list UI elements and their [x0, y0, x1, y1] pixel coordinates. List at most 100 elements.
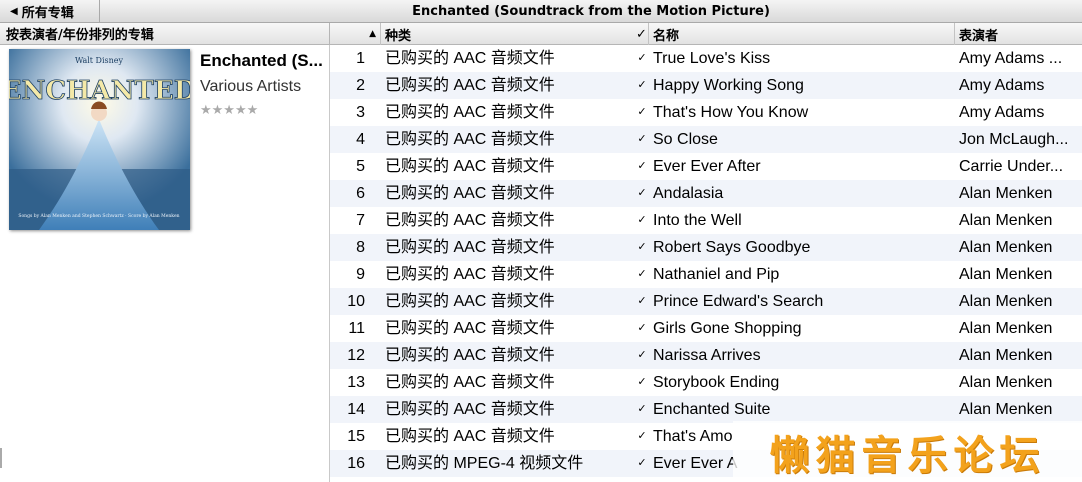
track-number: 5: [356, 158, 365, 175]
track-name: Into the Well: [653, 212, 742, 229]
top-bar: ◀ 所有专辑 Enchanted (Soundtrack from the Mo…: [0, 0, 1082, 23]
back-arrow-icon: ◀: [10, 6, 18, 17]
track-row[interactable]: 6 已购买的 AAC 音频文件 ✓ Andalasia Alan Menken: [330, 180, 1082, 207]
track-checkbox[interactable]: ✓: [636, 153, 648, 180]
track-row[interactable]: 5 已购买的 AAC 音频文件 ✓ Ever Ever After Carrie Und…: [330, 153, 1082, 180]
sort-by-artist-year-header[interactable]: 按表演者/年份排列的专辑: [0, 23, 330, 45]
track-checkbox[interactable]: ✓: [636, 180, 648, 207]
track-checkbox[interactable]: ✓: [636, 450, 648, 477]
watermark-text: 懒猫音乐论坛: [769, 431, 1046, 479]
column-header-artist[interactable]: 表演者: [955, 23, 1082, 45]
column-header-number[interactable]: ▲: [330, 23, 381, 45]
all-albums-back-button[interactable]: ◀ 所有专辑: [0, 0, 100, 23]
track-row[interactable]: 9 已购买的 AAC 音频文件 ✓ Nathaniel and Pip Alan Men…: [330, 261, 1082, 288]
track-kind: 已购买的 AAC 音频文件: [385, 374, 555, 391]
track-name: Andalasia: [653, 185, 724, 202]
track-name: True Love's Kiss: [653, 50, 771, 67]
track-kind: 已购买的 AAC 音频文件: [385, 401, 555, 418]
track-row[interactable]: 8 已购买的 AAC 音频文件 ✓ Robert Says Goodbye Alan M…: [330, 234, 1082, 261]
track-row[interactable]: 1 已购买的 AAC 音频文件 ✓ True Love's Kiss Amy Adams…: [330, 45, 1082, 72]
column-header-kind[interactable]: 种类: [381, 23, 649, 45]
panel-edge: [0, 448, 2, 468]
album-info-panel: Walt Disney ENCHANTED Songs by Alan Menk…: [0, 45, 330, 482]
track-kind: 已购买的 AAC 音频文件: [385, 239, 555, 256]
track-artist: Alan Menken: [959, 239, 1053, 256]
track-checkbox[interactable]: ✓: [636, 342, 648, 369]
track-number: 13: [347, 374, 365, 391]
track-row[interactable]: 13 已购买的 AAC 音频文件 ✓ Storybook Ending Alan Men…: [330, 369, 1082, 396]
track-checkbox[interactable]: ✓: [636, 234, 648, 261]
track-name: Ever Ever After: [653, 158, 761, 175]
track-checkbox[interactable]: ✓: [636, 315, 648, 342]
track-kind: 已购买的 AAC 音频文件: [385, 347, 555, 364]
track-artist: Alan Menken: [959, 185, 1053, 202]
track-kind: 已购买的 AAC 音频文件: [385, 104, 555, 121]
track-checkbox[interactable]: ✓: [636, 72, 648, 99]
track-artist: Jon McLaugh...: [959, 131, 1069, 148]
track-checkbox[interactable]: ✓: [636, 126, 648, 153]
track-kind: 已购买的 AAC 音频文件: [385, 185, 555, 202]
album-title: Enchanted (Soundtrack from the Motion Pi…: [412, 4, 770, 19]
track-artist: Alan Menken: [959, 401, 1053, 418]
watermark: 懒猫音乐论坛: [733, 421, 1082, 482]
rating-stars[interactable]: ★★★★★: [200, 103, 258, 118]
sort-ascending-icon: ▲: [369, 29, 376, 39]
track-number: 15: [347, 428, 365, 445]
track-row[interactable]: 12 已购买的 AAC 音频文件 ✓ Narissa Arrives Alan Menk…: [330, 342, 1082, 369]
track-checkbox[interactable]: ✓: [636, 288, 648, 315]
track-artist: Carrie Under...: [959, 158, 1064, 175]
track-kind: 已购买的 AAC 音频文件: [385, 266, 555, 283]
column-header-name[interactable]: 名称: [649, 23, 955, 45]
track-checkbox[interactable]: ✓: [636, 261, 648, 288]
track-row[interactable]: 3 已购买的 AAC 音频文件 ✓ That's How You Know Amy Ad…: [330, 99, 1082, 126]
track-artist: Alan Menken: [959, 320, 1053, 337]
track-artist: Amy Adams ...: [959, 50, 1063, 67]
track-kind: 已购买的 MPEG-4 视频文件: [385, 455, 584, 472]
track-name: Enchanted Suite: [653, 401, 771, 418]
track-name: That's How You Know: [653, 104, 809, 121]
track-checkbox[interactable]: ✓: [636, 99, 648, 126]
track-artist: Amy Adams: [959, 77, 1045, 94]
track-kind: 已购买的 AAC 音频文件: [385, 428, 555, 445]
album-artist[interactable]: Various Artists: [200, 78, 301, 96]
track-artist: Alan Menken: [959, 266, 1053, 283]
track-row[interactable]: 4 已购买的 AAC 音频文件 ✓ So Close Jon McLaugh...: [330, 126, 1082, 153]
column-header-check[interactable]: ✓: [634, 23, 649, 45]
track-checkbox[interactable]: ✓: [636, 423, 648, 450]
album-name[interactable]: Enchanted (S...: [200, 51, 326, 71]
track-number: 10: [347, 293, 365, 310]
track-kind: 已购买的 AAC 音频文件: [385, 131, 555, 148]
track-number: 7: [356, 212, 365, 229]
track-artist: Alan Menken: [959, 293, 1053, 310]
track-row[interactable]: 2 已购买的 AAC 音频文件 ✓ Happy Working Song Amy Ada…: [330, 72, 1082, 99]
track-number: 9: [356, 266, 365, 283]
track-number: 4: [356, 131, 365, 148]
track-checkbox[interactable]: ✓: [636, 396, 648, 423]
track-checkbox[interactable]: ✓: [636, 369, 648, 396]
track-artist: Amy Adams: [959, 104, 1045, 121]
track-number: 6: [356, 185, 365, 202]
track-number: 8: [356, 239, 365, 256]
track-name: Girls Gone Shopping: [653, 320, 802, 337]
track-kind: 已购买的 AAC 音频文件: [385, 77, 555, 94]
track-number: 2: [356, 77, 365, 94]
track-checkbox[interactable]: ✓: [636, 207, 648, 234]
track-row[interactable]: 7 已购买的 AAC 音频文件 ✓ Into the Well Alan Menken: [330, 207, 1082, 234]
track-checkbox[interactable]: ✓: [636, 45, 648, 72]
track-name: Robert Says Goodbye: [653, 239, 811, 256]
track-kind: 已购买的 AAC 音频文件: [385, 158, 555, 175]
track-name: Narissa Arrives: [653, 347, 761, 364]
track-name: Prince Edward's Search: [653, 293, 824, 310]
track-kind: 已购买的 AAC 音频文件: [385, 320, 555, 337]
cover-logo-text: Walt Disney: [75, 56, 124, 65]
track-number: 16: [347, 455, 365, 472]
track-list: 1 已购买的 AAC 音频文件 ✓ True Love's Kiss Amy Adams…: [330, 45, 1082, 477]
column-header-row: ▲ 种类 ✓ 名称 表演者: [330, 23, 1082, 45]
track-name: Storybook Ending: [653, 374, 780, 391]
track-row[interactable]: 14 已购买的 AAC 音频文件 ✓ Enchanted Suite Alan Menk…: [330, 396, 1082, 423]
track-row[interactable]: 10 已购买的 AAC 音频文件 ✓ Prince Edward's Search Al…: [330, 288, 1082, 315]
track-artist: Alan Menken: [959, 374, 1053, 391]
album-cover[interactable]: Walt Disney ENCHANTED Songs by Alan Menk…: [9, 49, 190, 230]
track-artist: Alan Menken: [959, 212, 1053, 229]
track-row[interactable]: 11 已购买的 AAC 音频文件 ✓ Girls Gone Shopping Alan …: [330, 315, 1082, 342]
